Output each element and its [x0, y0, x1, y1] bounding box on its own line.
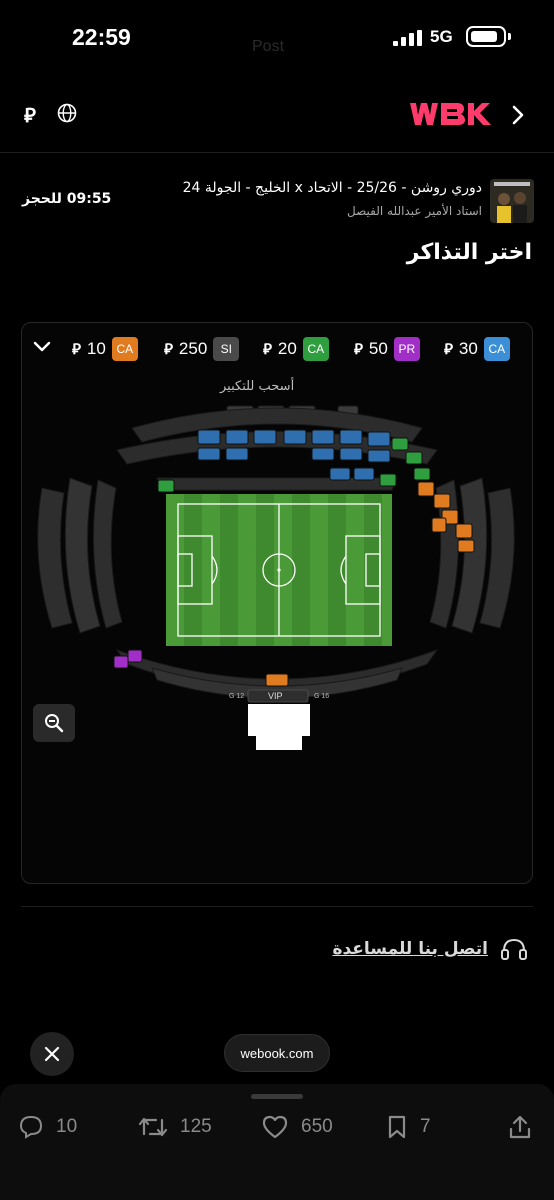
bookmark-count: 7	[420, 1116, 431, 1137]
battery-icon	[466, 26, 506, 47]
price-value: 20	[277, 339, 297, 358]
currency-switch-button[interactable]: ⃁	[24, 102, 36, 128]
network-label: 5G	[430, 27, 453, 46]
repost-count: 125	[180, 1116, 212, 1137]
event-venue: استاد الأمير عبدالله الفيصل	[347, 204, 482, 218]
currency-symbol: ⃁	[164, 339, 173, 358]
webook-logo	[410, 103, 491, 125]
gate-left-label: G 12	[229, 693, 245, 700]
price-filter-ca-20[interactable]: ⃁ 20 CA	[263, 336, 329, 362]
globe-icon[interactable]	[57, 103, 77, 123]
price-badge: CA	[302, 337, 329, 361]
vip-label: VIP	[268, 691, 283, 701]
contact-support-label: اتصل بنا للمساعدة	[332, 939, 488, 959]
price-badge: CA	[483, 337, 510, 361]
bottom-sheet	[0, 1084, 554, 1200]
price-value: 10	[86, 339, 106, 358]
ghost-title: Post	[252, 38, 285, 55]
status-bar: 22:59 Post 5G	[0, 0, 554, 80]
pitch	[166, 494, 392, 646]
bookmark-icon	[388, 1115, 406, 1139]
price-value: 30	[458, 339, 478, 358]
stadium-seat-map[interactable]	[22, 398, 532, 758]
price-value: 50	[368, 339, 388, 358]
chevron-down-icon[interactable]	[33, 340, 51, 354]
booking-timer: 09:55 للحجز	[22, 191, 112, 207]
reply-button[interactable]: 10	[18, 1112, 77, 1142]
price-filter-si-250[interactable]: ⃁ 250 SI	[164, 336, 240, 362]
repost-button[interactable]: 125	[138, 1112, 212, 1142]
zoom-out-icon	[45, 714, 64, 733]
reply-icon	[19, 1115, 43, 1139]
signal-icon	[393, 30, 422, 46]
share-button[interactable]	[508, 1112, 532, 1142]
close-icon	[44, 1046, 60, 1062]
bookmark-button[interactable]: 7	[386, 1112, 431, 1142]
reply-count: 10	[56, 1116, 78, 1137]
price-badge: CA	[111, 337, 138, 361]
price-badge: SI	[213, 337, 240, 361]
drag-hint: أسحب للتكبير	[220, 379, 295, 394]
currency-symbol: ⃁	[263, 339, 272, 358]
currency-symbol: ⃁	[354, 339, 363, 358]
like-button[interactable]: 650	[261, 1112, 333, 1142]
sheet-handle[interactable]	[251, 1094, 303, 1099]
heart-icon	[262, 1115, 288, 1139]
currency-symbol: ⃁	[444, 339, 453, 358]
like-count: 650	[301, 1116, 333, 1137]
chevron-right-icon[interactable]	[510, 104, 526, 126]
close-button[interactable]	[30, 1032, 74, 1076]
url-pill[interactable]: webook.com	[224, 1034, 330, 1072]
price-filter-pr-50[interactable]: ⃁ 50 PR	[354, 336, 420, 362]
event-title: دوري روشن - 25/26 - الاتحاد x الخليج - ا…	[182, 180, 482, 196]
price-filter-ca-30[interactable]: ⃁ 30 CA	[444, 336, 510, 362]
status-time: 22:59	[72, 24, 131, 50]
battery-cap	[508, 33, 511, 40]
headset-icon	[501, 938, 527, 960]
page-title: اختر التذاكر	[406, 240, 532, 265]
header-divider	[0, 152, 554, 153]
price-filter-ca-10[interactable]: ⃁ 10 CA	[72, 336, 138, 362]
currency-symbol: ⃁	[72, 339, 81, 358]
price-value: 250	[178, 339, 208, 358]
card-bottom-divider	[21, 906, 533, 907]
price-badge: PR	[393, 337, 420, 361]
share-icon	[509, 1115, 531, 1139]
event-thumbnail	[490, 179, 534, 223]
gate-right-label: G 16	[314, 693, 330, 700]
contact-support-link[interactable]: اتصل بنا للمساعدة	[332, 934, 528, 964]
zoom-out-button[interactable]	[33, 704, 75, 742]
repost-icon	[138, 1117, 168, 1137]
